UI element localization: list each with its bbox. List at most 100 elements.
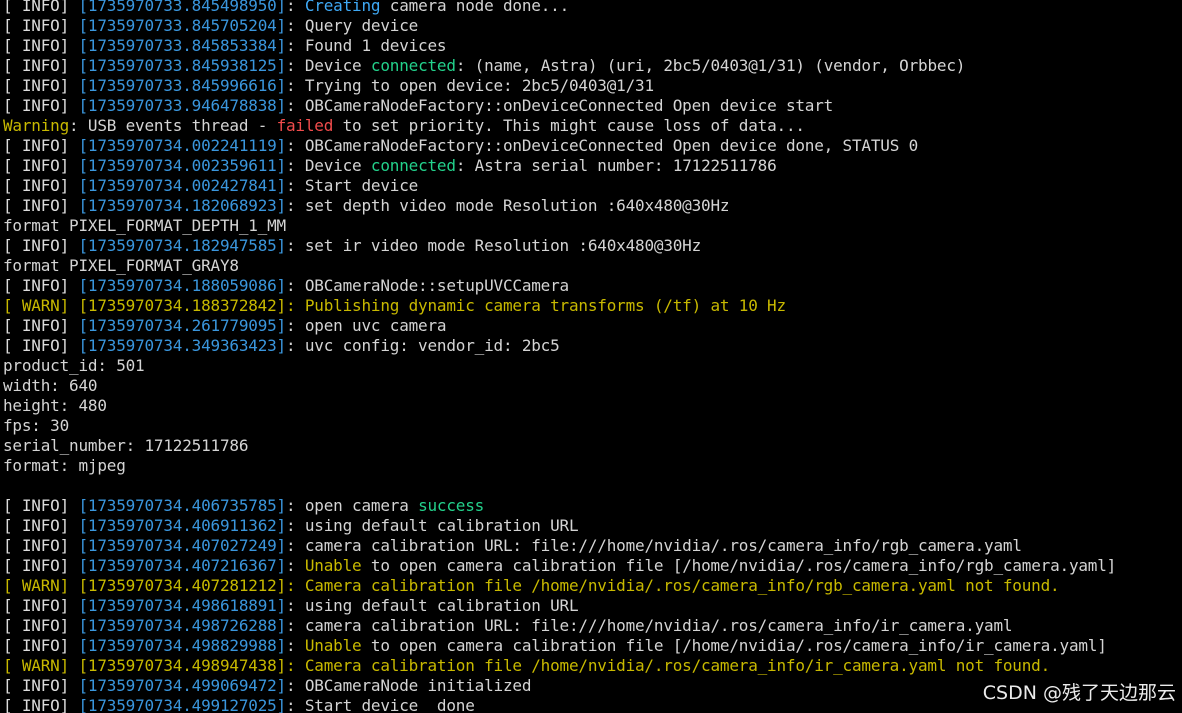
log-level-tag: [ INFO]	[3, 36, 79, 55]
log-text: :	[286, 556, 305, 575]
log-timestamp: [1735970734.188059086]	[78, 276, 286, 295]
terminal-output[interactable]: [ INFO] [1735970733.845498950]: Creating…	[3, 0, 1182, 713]
log-timestamp: [1735970734.499127025]	[78, 696, 286, 713]
log-text: to open camera calibration file [/home/n…	[361, 636, 1107, 655]
log-timestamp: [1735970734.182947585]	[78, 236, 286, 255]
log-timestamp: [1735970734.407027249]	[78, 536, 286, 555]
log-text: : camera calibration URL: file:///home/n…	[286, 536, 1022, 555]
log-text: :	[286, 0, 305, 15]
log-text: : Query device	[286, 16, 419, 35]
log-level-tag: [ INFO]	[3, 156, 79, 175]
log-level-tag: [ INFO]	[3, 176, 79, 195]
terminal-line: fps: 30	[3, 416, 1182, 436]
log-level-tag: [ INFO]	[3, 696, 79, 713]
warn-message: [ WARN] [1735970734.188372842]: Publishi…	[3, 296, 786, 315]
terminal-line: format: mjpeg	[3, 456, 1182, 476]
log-text: : OBCameraNodeFactory::onDeviceConnected…	[286, 96, 834, 115]
status-keyword: success	[418, 496, 485, 515]
error-keyword: failed	[276, 116, 334, 135]
log-timestamp: [1735970734.498726288]	[78, 616, 286, 635]
log-level-tag: [ INFO]	[3, 16, 79, 35]
log-level-tag: [ INFO]	[3, 676, 79, 695]
log-text: fps: 30	[3, 416, 70, 435]
log-timestamp: [1735970734.002359611]	[78, 156, 286, 175]
log-timestamp: [1735970734.406911362]	[78, 516, 286, 535]
log-level-tag: [ INFO]	[3, 556, 79, 575]
terminal-line: height: 480	[3, 396, 1182, 416]
terminal-line: [ INFO] [1735970734.182947585]: set ir v…	[3, 236, 1182, 256]
log-level-tag: [ INFO]	[3, 196, 79, 215]
log-level-tag: [ INFO]	[3, 316, 79, 335]
log-timestamp: [1735970734.499069472]	[78, 676, 286, 695]
log-level-tag: [ INFO]	[3, 616, 79, 635]
log-level-tag: [ INFO]	[3, 636, 79, 655]
terminal-line: [ INFO] [1735970734.002427841]: Start de…	[3, 176, 1182, 196]
warning-keyword: Unable	[304, 636, 362, 655]
log-text: : Start device	[286, 176, 419, 195]
log-level-tag: [ INFO]	[3, 76, 79, 95]
log-text: : set depth video mode Resolution :640x4…	[286, 196, 730, 215]
csdn-watermark: CSDN @残了天边那云	[982, 682, 1176, 704]
terminal-line: [ WARN] [1735970734.188372842]: Publishi…	[3, 296, 1182, 316]
log-text: product_id: 501	[3, 356, 145, 375]
terminal-line: [ INFO] [1735970734.406911362]: using de…	[3, 516, 1182, 536]
log-text: to open camera calibration file [/home/n…	[361, 556, 1117, 575]
terminal-line: serial_number: 17122511786	[3, 436, 1182, 456]
terminal-line: [ INFO] [1735970733.845498950]: Creating…	[3, 0, 1182, 16]
terminal-line: [ INFO] [1735970733.946478838]: OBCamera…	[3, 96, 1182, 116]
log-timestamp: [1735970734.406735785]	[78, 496, 286, 515]
log-timestamp: [1735970733.845705204]	[78, 16, 286, 35]
log-text: : open camera	[286, 496, 419, 515]
terminal-line: [ INFO] [1735970733.845705204]: Query de…	[3, 16, 1182, 36]
log-text: : OBCameraNode::setupUVCCamera	[286, 276, 569, 295]
log-level-tag: [ INFO]	[3, 236, 79, 255]
warn-message: [ WARN] [1735970734.498947438]: Camera c…	[3, 656, 1051, 675]
terminal-line: [ INFO] [1735970734.407216367]: Unable t…	[3, 556, 1182, 576]
terminal-line: [ INFO] [1735970734.407027249]: camera c…	[3, 536, 1182, 556]
log-level-tag: [ INFO]	[3, 596, 79, 615]
terminal-line: [ INFO] [1735970733.845853384]: Found 1 …	[3, 36, 1182, 56]
terminal-line: [ INFO] [1735970734.182068923]: set dept…	[3, 196, 1182, 216]
terminal-line: [ INFO] [1735970734.498726288]: camera c…	[3, 616, 1182, 636]
terminal-line: [ INFO] [1735970733.845996616]: Trying t…	[3, 76, 1182, 96]
log-timestamp: [1735970734.498618891]	[78, 596, 286, 615]
log-text: : Device	[286, 156, 371, 175]
log-text: : Device	[286, 56, 371, 75]
log-text: serial_number: 17122511786	[3, 436, 249, 455]
log-text: : OBCameraNodeFactory::onDeviceConnected…	[286, 136, 918, 155]
log-text: : USB events thread -	[69, 116, 277, 135]
warning-keyword: Unable	[304, 556, 362, 575]
log-text: : Start device done	[286, 696, 475, 713]
terminal-line: [ INFO] [1735970734.002359611]: Device c…	[3, 156, 1182, 176]
terminal-line: format PIXEL_FORMAT_GRAY8	[3, 256, 1182, 276]
terminal-line: format PIXEL_FORMAT_DEPTH_1_MM	[3, 216, 1182, 236]
log-text: : using default calibration URL	[286, 596, 579, 615]
log-text: : Astra serial number: 17122511786	[455, 156, 777, 175]
log-text: : open uvc camera	[286, 316, 447, 335]
log-text: : OBCameraNode initialized	[286, 676, 532, 695]
log-timestamp: [1735970733.845853384]	[78, 36, 286, 55]
log-text: : using default calibration URL	[286, 516, 579, 535]
log-text: to set priority. This might cause loss o…	[333, 116, 805, 135]
log-timestamp: [1735970733.845996616]	[78, 76, 286, 95]
log-timestamp: [1735970734.002427841]	[78, 176, 286, 195]
terminal-line: width: 640	[3, 376, 1182, 396]
log-text: : set ir video mode Resolution :640x480@…	[286, 236, 702, 255]
status-keyword: connected	[370, 56, 456, 75]
log-text: : Found 1 devices	[286, 36, 447, 55]
terminal-line: [ WARN] [1735970734.407281212]: Camera c…	[3, 576, 1182, 596]
terminal-line: [ INFO] [1735970734.406735785]: open cam…	[3, 496, 1182, 516]
status-keyword: connected	[370, 156, 456, 175]
terminal-line: [ INFO] [1735970734.498829988]: Unable t…	[3, 636, 1182, 656]
log-level-tag: [ INFO]	[3, 336, 79, 355]
log-text: : (name, Astra) (uri, 2bc5/0403@1/31) (v…	[455, 56, 966, 75]
terminal-line: [ INFO] [1735970733.845938125]: Device c…	[3, 56, 1182, 76]
log-level-tag: [ INFO]	[3, 56, 79, 75]
log-level-tag: [ INFO]	[3, 276, 79, 295]
log-timestamp: [1735970733.845938125]	[78, 56, 286, 75]
log-level-tag: [ INFO]	[3, 516, 79, 535]
log-text: camera node done...	[380, 0, 570, 15]
terminal-line: [ INFO] [1735970734.002241119]: OBCamera…	[3, 136, 1182, 156]
terminal-line: product_id: 501	[3, 356, 1182, 376]
